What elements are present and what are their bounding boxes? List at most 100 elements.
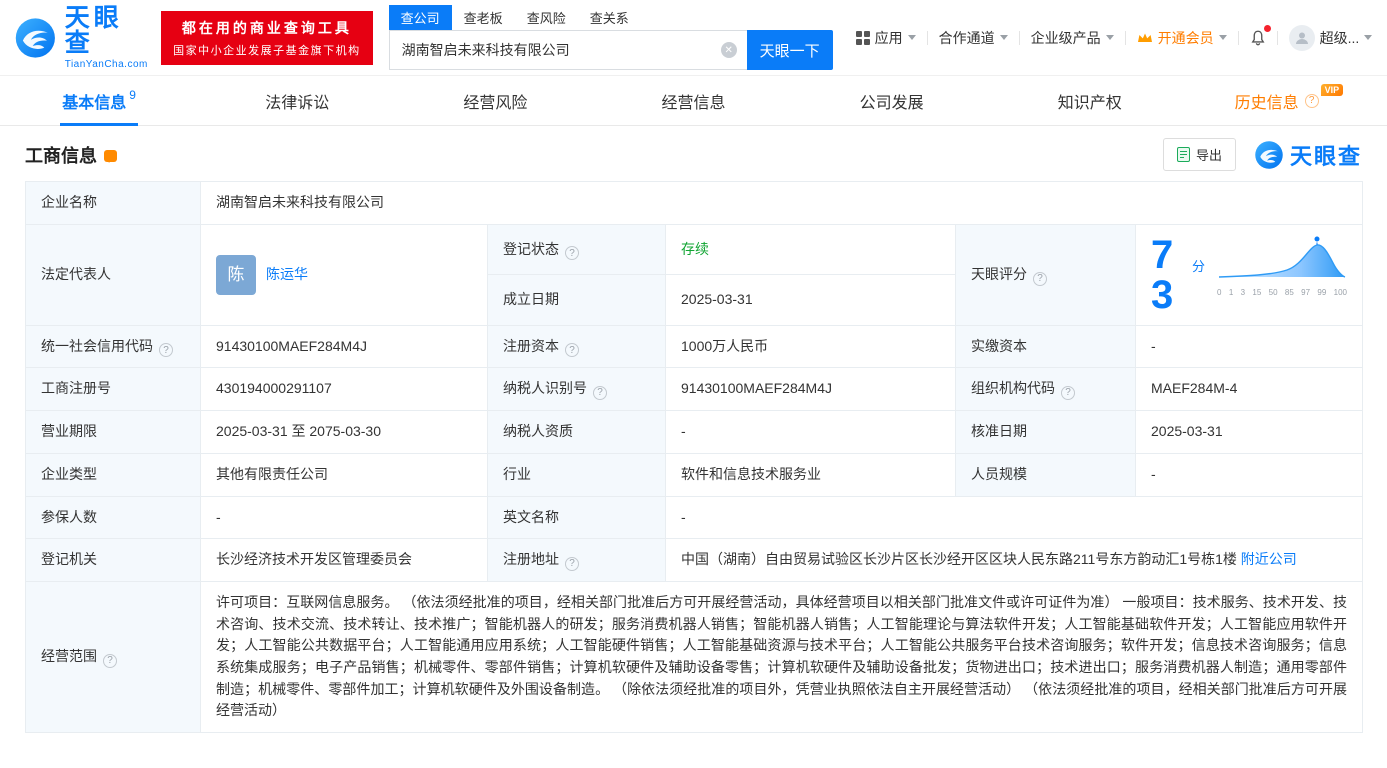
help-icon — [1305, 94, 1319, 108]
help-icon[interactable] — [159, 343, 173, 357]
promo-badge: 都在用的商业查询工具 国家中小企业发展子基金旗下机构 — [161, 11, 373, 65]
field-label-taxpayer-id: 纳税人识别号 — [488, 368, 666, 411]
nav-partner[interactable]: 合作通道 — [928, 28, 1019, 48]
table-row: 法定代表人 陈 陈运华 登记状态 存续 天眼评分 73 分 — [26, 224, 1363, 275]
field-value-english-name: - — [666, 496, 1363, 539]
search-input[interactable] — [389, 30, 747, 70]
field-label-registry: 登记机关 — [26, 539, 201, 582]
search-tab-risk[interactable]: 查风险 — [515, 5, 578, 30]
field-label-paid-capital: 实缴资本 — [956, 325, 1136, 368]
field-label-reg-status: 登记状态 — [488, 224, 666, 275]
field-label-org-code: 组织机构代码 — [956, 368, 1136, 411]
nav-open-vip[interactable]: 开通会员 — [1126, 28, 1238, 48]
help-icon[interactable] — [565, 557, 579, 571]
person-icon — [1294, 30, 1310, 46]
field-value-address: 中国（湖南）自由贸易试验区长沙片区长沙经开区区块人民东路211号东方韵动汇1号栋… — [666, 539, 1363, 582]
tab-risk-label: 经营风险 — [463, 89, 527, 113]
table-row: 统一社会信用代码 91430100MAEF284M4J 注册资本 1000万人民… — [26, 325, 1363, 368]
tab-risk[interactable]: 经营风险 — [396, 76, 594, 125]
field-value-company-name: 湖南智启未来科技有限公司 — [201, 182, 1363, 225]
chevron-down-icon — [1106, 35, 1114, 40]
field-value-industry: 软件和信息技术服务业 — [666, 453, 956, 496]
search-tab-relation[interactable]: 查关系 — [578, 5, 641, 30]
export-doc-icon — [1177, 147, 1190, 162]
top-header: 天眼查 TianYanCha.com 都在用的商业查询工具 国家中小企业发展子基… — [0, 0, 1387, 76]
field-label-english-name: 英文名称 — [488, 496, 666, 539]
field-value-paid-capital: - — [1136, 325, 1363, 368]
vip-badge: VIP — [1321, 84, 1344, 96]
export-button[interactable]: 导出 — [1163, 138, 1236, 171]
nav-apps[interactable]: 应用 — [845, 28, 927, 48]
field-value-legal-rep: 陈 陈运华 — [201, 224, 488, 325]
field-value-reg-capital: 1000万人民币 — [666, 325, 956, 368]
field-value-score: 73 分 — [1136, 224, 1363, 325]
field-label-reg-capital: 注册资本 — [488, 325, 666, 368]
tianyancha-logo-icon — [14, 16, 57, 60]
nav-user-menu[interactable]: 超级... — [1278, 25, 1384, 51]
help-icon[interactable] — [593, 386, 607, 400]
promo-line1: 都在用的商业查询工具 — [173, 18, 361, 38]
table-row: 工商注册号 430194000291107 纳税人识别号 91430100MAE… — [26, 368, 1363, 411]
field-value-taxpayer-quality: - — [666, 411, 956, 454]
tab-basic-info[interactable]: 基本信息 9 — [0, 76, 198, 125]
help-icon[interactable] — [565, 246, 579, 260]
field-value-staff-size: - — [1136, 453, 1363, 496]
field-value-reg-number: 430194000291107 — [201, 368, 488, 411]
help-icon[interactable] — [1061, 386, 1075, 400]
field-value-approval-date: 2025-03-31 — [1136, 411, 1363, 454]
table-row: 登记机关 长沙经济技术开发区管理委员会 注册地址 中国（湖南）自由贸易试验区长沙… — [26, 539, 1363, 582]
tab-development-label: 公司发展 — [860, 89, 924, 113]
watermark-text: 天眼查 — [1290, 139, 1362, 171]
notification-dot — [1264, 25, 1271, 32]
table-row: 参保人数 - 英文名称 - — [26, 496, 1363, 539]
address-text: 中国（湖南）自由贸易试验区长沙片区长沙经开区区块人民东路211号东方韵动汇1号栋… — [681, 551, 1237, 567]
field-label-term: 营业期限 — [26, 411, 201, 454]
legal-rep-link[interactable]: 陈运华 — [266, 264, 308, 286]
field-value-term: 2025-03-31 至 2075-03-30 — [201, 411, 488, 454]
score-curve — [1217, 235, 1347, 281]
section-title-text: 工商信息 — [25, 142, 97, 168]
nearby-companies-link[interactable]: 附近公司 — [1241, 551, 1297, 567]
field-label-credit-code: 统一社会信用代码 — [26, 325, 201, 368]
tab-ip[interactable]: 知识产权 — [991, 76, 1189, 125]
apps-grid-icon — [856, 31, 870, 45]
chevron-down-icon — [1000, 35, 1008, 40]
nav-open-vip-label: 开通会员 — [1158, 28, 1214, 48]
notification-bell-icon[interactable] — [1239, 28, 1277, 48]
search-tab-boss[interactable]: 查老板 — [452, 5, 515, 30]
table-row: 营业期限 2025-03-31 至 2075-03-30 纳税人资质 - 核准日… — [26, 411, 1363, 454]
field-label-address: 注册地址 — [488, 539, 666, 582]
help-icon[interactable] — [1033, 272, 1047, 286]
tab-legal[interactable]: 法律诉讼 — [198, 76, 396, 125]
section-header: 工商信息 导出 天眼查 — [0, 126, 1387, 181]
help-icon[interactable] — [103, 654, 117, 668]
tab-development[interactable]: 公司发展 — [793, 76, 991, 125]
field-value-taxpayer-id: 91430100MAEF284M4J — [666, 368, 956, 411]
field-value-company-type: 其他有限责任公司 — [201, 453, 488, 496]
score-axis: 01 315 5085 9799 100 — [1217, 287, 1347, 299]
crown-icon — [1137, 32, 1153, 44]
field-label-company-name: 企业名称 — [26, 182, 201, 225]
field-label-scope: 经营范围 — [26, 582, 201, 733]
field-value-reg-status: 存续 — [666, 224, 956, 275]
help-icon[interactable] — [565, 343, 579, 357]
clear-search-icon[interactable]: ✕ — [721, 42, 737, 58]
tab-basic-info-label: 基本信息 — [62, 89, 126, 113]
field-label-company-type: 企业类型 — [26, 453, 201, 496]
score-unit: 分 — [1192, 257, 1205, 277]
tab-operation[interactable]: 经营信息 — [594, 76, 792, 125]
tianyancha-logo[interactable]: 天眼查 TianYanCha.com — [14, 6, 149, 70]
announcement-icon — [104, 150, 117, 162]
user-avatar — [1289, 25, 1315, 51]
search-button[interactable]: 天眼一下 — [747, 30, 833, 70]
status-badge: 存续 — [681, 241, 709, 257]
logo-name: 天眼查 — [65, 6, 149, 56]
promo-line2: 国家中小企业发展子基金旗下机构 — [173, 42, 361, 58]
search-tab-company[interactable]: 查公司 — [389, 5, 452, 30]
nav-enterprise[interactable]: 企业级产品 — [1020, 28, 1125, 48]
tab-history[interactable]: 历史信息 VIP — [1189, 76, 1387, 125]
table-row: 企业名称 湖南智启未来科技有限公司 — [26, 182, 1363, 225]
field-label-established: 成立日期 — [488, 275, 666, 325]
legal-rep-avatar[interactable]: 陈 — [216, 255, 256, 295]
tab-ip-label: 知识产权 — [1058, 89, 1122, 113]
